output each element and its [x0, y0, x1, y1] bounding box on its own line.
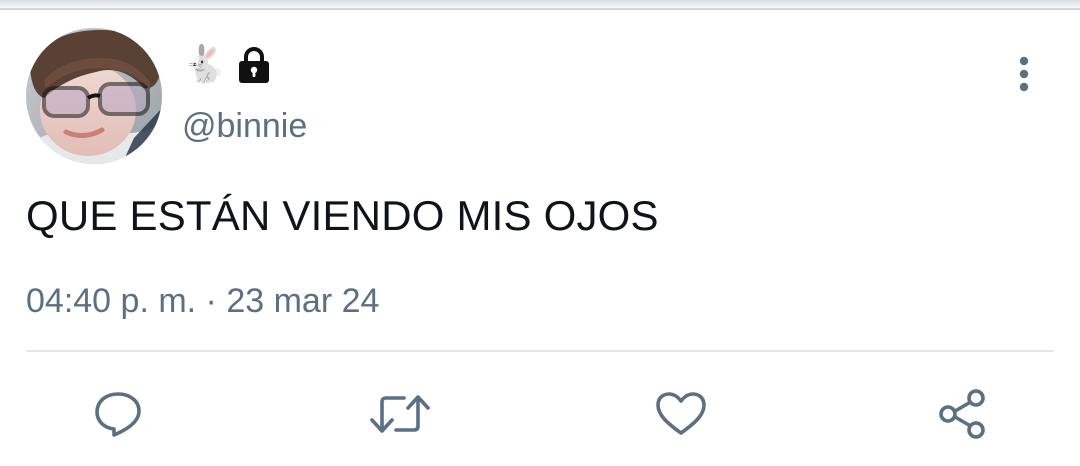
- avatar[interactable]: [26, 28, 162, 164]
- share-button[interactable]: [932, 384, 992, 444]
- user-name-row[interactable]: 🐇: [182, 42, 271, 88]
- rabbit-emoji: 🐇: [182, 44, 227, 85]
- top-divider: [0, 8, 1080, 10]
- retweet-icon: [370, 395, 430, 433]
- tweet-text: QUE ESTÁN VIENDO MIS OJOS: [26, 192, 659, 239]
- tweet-time[interactable]: 04:40 p. m.: [26, 282, 196, 320]
- retweet-button[interactable]: [370, 384, 430, 444]
- heart-icon: [656, 392, 706, 435]
- avatar-image: [26, 28, 162, 164]
- lock-icon: [238, 47, 269, 83]
- meta-separator: ·: [196, 282, 227, 320]
- reply-button[interactable]: [88, 384, 148, 444]
- action-divider: [26, 350, 1054, 352]
- reply-icon: [95, 392, 141, 437]
- more-vertical-icon: [1019, 56, 1029, 92]
- user-handle[interactable]: @binnie: [182, 106, 307, 146]
- more-options-button[interactable]: [1004, 52, 1044, 96]
- share-icon: [939, 389, 985, 439]
- like-button[interactable]: [651, 384, 711, 444]
- tweet-date[interactable]: 23 mar 24: [226, 282, 379, 320]
- tweet-timestamp: 04:40 p. m. · 23 mar 24: [26, 280, 379, 322]
